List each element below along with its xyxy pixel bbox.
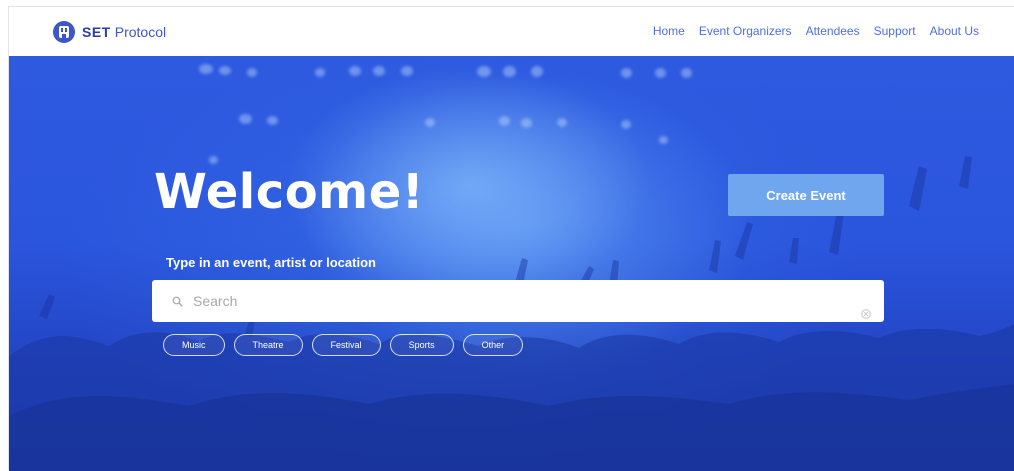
hero-section: Welcome! Create Event Type in an event, … xyxy=(9,56,1014,471)
category-chip-other[interactable]: Other xyxy=(462,334,524,356)
nav-link-event-organizers[interactable]: Event Organizers xyxy=(699,24,792,38)
category-chip-sports[interactable]: Sports xyxy=(389,334,454,356)
nav-link-support[interactable]: Support xyxy=(874,24,916,38)
search-prompt-label: Type in an event, artist or location xyxy=(166,255,376,270)
nav-links: Home Event Organizers Attendees Support … xyxy=(653,24,979,38)
top-navbar: SET Protocol Home Event Organizers Atten… xyxy=(9,7,1014,56)
welcome-heading: Welcome! xyxy=(154,164,425,220)
brand-name-bold: SET xyxy=(82,24,111,40)
nav-link-attendees[interactable]: Attendees xyxy=(806,24,860,38)
category-chip-festival[interactable]: Festival xyxy=(311,334,381,356)
category-chip-theatre[interactable]: Theatre xyxy=(233,334,303,356)
create-event-button[interactable]: Create Event xyxy=(728,174,884,216)
nav-link-about-us[interactable]: About Us xyxy=(930,24,979,38)
browser-viewport: SET Protocol Home Event Organizers Atten… xyxy=(8,6,1014,471)
brand-logo[interactable]: SET Protocol xyxy=(53,19,166,45)
brand-name-light: Protocol xyxy=(114,24,167,40)
clear-search-icon[interactable] xyxy=(861,306,871,324)
search-icon xyxy=(172,294,183,312)
set-protocol-logo-icon xyxy=(53,21,75,43)
search-input[interactable] xyxy=(193,289,833,313)
category-chips: Music Theatre Festival Sports Other xyxy=(163,334,524,356)
crowd-silhouette xyxy=(9,156,1014,471)
search-box xyxy=(152,280,884,322)
category-chip-music[interactable]: Music xyxy=(163,334,225,356)
nav-link-home[interactable]: Home xyxy=(653,24,685,38)
